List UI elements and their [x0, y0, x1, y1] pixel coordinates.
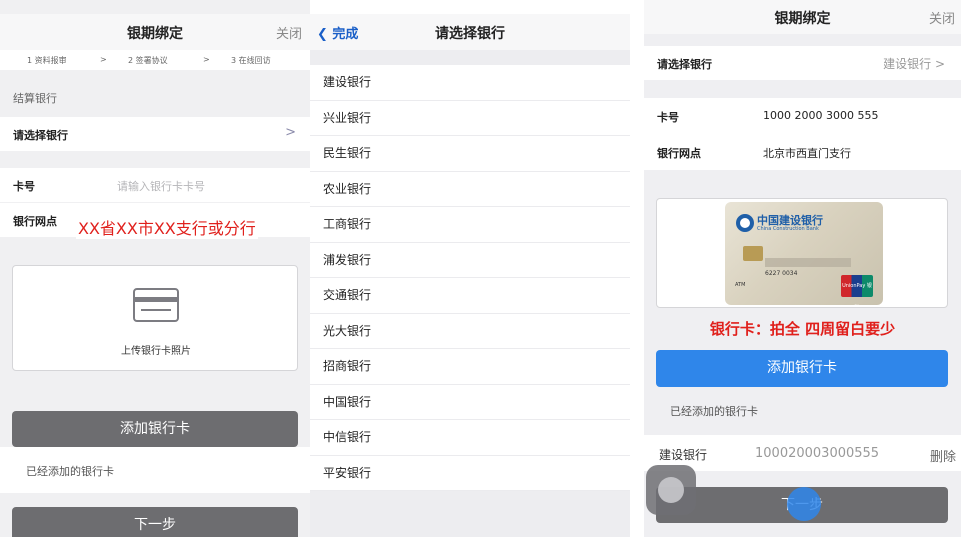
page-title: 银期绑定 — [127, 26, 183, 42]
ccb-logo-icon — [736, 214, 754, 232]
delete-card-button[interactable]: 删除 — [930, 446, 956, 465]
card-number-row: 卡号 1000 2000 3000 555 — [644, 98, 961, 134]
bank-option[interactable]: 中信银行 — [310, 420, 630, 456]
assistive-touch-button[interactable] — [646, 465, 696, 515]
step-2: 2 签署协议 — [128, 56, 168, 65]
photo-annotation: 银行卡：拍全 四周留白要少 — [709, 320, 896, 338]
card-bank-name-en: China Construction Bank — [757, 226, 819, 232]
bank-card-photo: 中国建设银行 China Construction Bank 6227 0034… — [725, 202, 883, 305]
bank-option[interactable]: 浦发银行 — [310, 243, 630, 278]
bank-picker-panel: ❮ 完成 请选择银行 建设银行 兴业银行 民生银行 农业银行 工商银行 浦发银行… — [310, 0, 630, 537]
added-card-number: 100020003000555 — [755, 446, 880, 461]
bank-option[interactable]: 民生银行 — [310, 136, 630, 172]
card-number-label: 卡号 — [13, 180, 35, 193]
step-separator: > — [100, 55, 107, 64]
card-number-row: 卡号 请输入银行卡卡号 — [0, 168, 310, 202]
add-bank-card-button[interactable]: 添加银行卡 — [656, 350, 948, 387]
added-card-bank: 建设银行 — [659, 448, 708, 462]
card-number-input[interactable]: 请输入银行卡卡号 — [117, 178, 205, 194]
selected-bank-value: 建设银行 > — [883, 57, 945, 71]
card-number-input[interactable]: 1000 2000 3000 555 — [763, 109, 878, 122]
atm-label: ATM — [735, 282, 746, 288]
bank-option[interactable]: 兴业银行 — [310, 101, 630, 136]
bank-binding-form-panel: 银期绑定 关闭 1 资料报审 > 2 签署协议 > 3 在线回访 结算银行 请选… — [0, 0, 310, 537]
step-indicator: 1 资料报审 > 2 签署协议 > 3 在线回访 — [0, 50, 310, 70]
touch-indicator — [787, 487, 821, 521]
bank-binding-filled-panel: 银期绑定 关闭 请选择银行 建设银行 > 卡号 1000 2000 3000 5… — [644, 0, 961, 537]
nav-bar: ❮ 完成 请选择银行 — [310, 14, 630, 50]
card-number-text: 6227 0034 — [765, 270, 798, 277]
card-number-label: 卡号 — [657, 111, 679, 124]
branch-annotation: XX省XX市XX支行或分行 — [76, 215, 258, 239]
unionpay-logo-icon: UnionPay 银联 — [841, 275, 873, 297]
bank-option[interactable]: 平安银行 — [310, 456, 630, 491]
step-3: 3 在线回访 — [231, 56, 271, 65]
select-bank-label: 请选择银行 — [657, 58, 712, 71]
branch-label: 银行网点 — [13, 215, 57, 228]
next-step-button[interactable]: 下一步 — [12, 507, 298, 537]
page-title: 请选择银行 — [435, 26, 505, 42]
bank-option[interactable]: 中国银行 — [310, 385, 630, 420]
bank-option[interactable]: 建设银行 — [310, 65, 630, 101]
branch-label: 银行网点 — [657, 147, 701, 160]
bank-option[interactable]: 光大银行 — [310, 314, 630, 349]
step-1: 1 资料报审 — [27, 56, 67, 65]
step-separator: > — [203, 55, 210, 64]
card-number-redaction — [765, 258, 851, 267]
credit-card-icon — [133, 288, 179, 322]
added-cards-label: 已经添加的银行卡 — [26, 465, 114, 478]
close-button[interactable]: 关闭 — [276, 23, 302, 42]
upload-card-photo-button[interactable]: 上传银行卡照片 — [12, 265, 298, 371]
page-title: 银期绑定 — [774, 11, 831, 27]
upload-card-photo-label: 上传银行卡照片 — [121, 346, 191, 357]
chip-icon — [743, 246, 763, 261]
divider — [310, 50, 630, 65]
added-cards-section: 已经添加的银行卡 — [0, 447, 310, 493]
select-bank-row[interactable]: 请选择银行 > — [0, 117, 310, 151]
branch-row: 银行网点 北京市西直门支行 — [644, 134, 961, 170]
card-photo-frame[interactable]: 中国建设银行 China Construction Bank 6227 0034… — [656, 198, 948, 308]
nav-bar: 银期绑定 关闭 — [0, 14, 310, 50]
add-bank-card-button[interactable]: 添加银行卡 — [12, 411, 298, 447]
list-footer — [310, 491, 630, 537]
section-label-settlement-bank: 结算银行 — [13, 92, 57, 105]
nav-bar: 银期绑定 关闭 — [644, 0, 961, 34]
select-bank-row[interactable]: 请选择银行 建设银行 > — [644, 46, 961, 80]
bank-option[interactable]: 工商银行 — [310, 207, 630, 243]
added-card-row: 建设银行 100020003000555 删除 — [644, 435, 961, 471]
select-bank-label: 请选择银行 — [13, 129, 68, 142]
bank-option[interactable]: 交通银行 — [310, 278, 630, 314]
added-cards-label: 已经添加的银行卡 — [670, 405, 758, 418]
bank-option[interactable]: 农业银行 — [310, 172, 630, 207]
close-button[interactable]: 关闭 — [929, 8, 955, 27]
bank-option[interactable]: 招商银行 — [310, 349, 630, 385]
bank-list: 建设银行 兴业银行 民生银行 农业银行 工商银行 浦发银行 交通银行 光大银行 … — [310, 65, 630, 491]
chevron-right-icon: > — [285, 125, 296, 140]
branch-input[interactable]: 北京市西直门支行 — [763, 145, 851, 161]
